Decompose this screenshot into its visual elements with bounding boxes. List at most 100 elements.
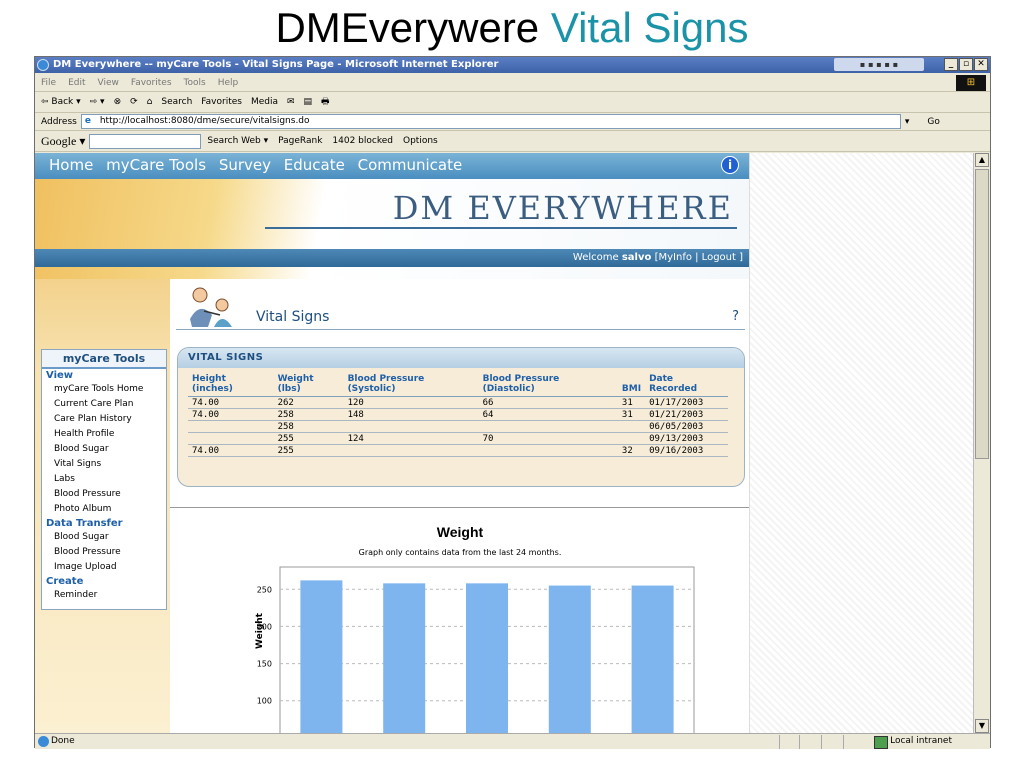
menu-edit[interactable]: Edit — [68, 78, 85, 88]
popup-blocker[interactable]: 1402 blocked — [332, 136, 393, 146]
sidebar-item[interactable]: Labs — [42, 472, 166, 487]
y-tick-label: 250 — [257, 585, 272, 594]
status-cell — [779, 735, 780, 749]
google-search-input[interactable] — [89, 133, 202, 149]
menu-bar: File Edit View Favorites Tools Help ⊞ — [35, 74, 990, 92]
weight-chart: Weight Graph only contains data from the … — [255, 524, 695, 733]
sidebar-item[interactable]: Care Plan History — [42, 412, 166, 427]
chart-subtitle: Graph only contains data from the last 2… — [359, 548, 562, 557]
edit-icon[interactable]: ▤ — [304, 97, 313, 107]
chart-title: Weight — [437, 524, 484, 540]
menu-tools[interactable]: Tools — [184, 78, 206, 88]
page-background — [749, 153, 975, 733]
table-cell: 31 — [617, 408, 646, 421]
options-button[interactable]: Options — [403, 136, 438, 146]
refresh-icon[interactable]: ⟳ — [130, 97, 138, 107]
table-cell: 124 — [343, 432, 479, 445]
table-cell: 09/16/2003 — [645, 444, 728, 457]
search-web-button[interactable]: Search Web ▾ — [207, 136, 268, 146]
vertical-scrollbar[interactable]: ▲ ▼ — [973, 153, 990, 733]
back-button[interactable]: ⇦ Back ▾ — [41, 97, 81, 107]
table-cell: 09/13/2003 — [645, 432, 728, 445]
table-cell — [478, 420, 618, 433]
sidebar-section-title: Create — [46, 576, 84, 587]
chart-bar — [466, 583, 508, 733]
close-button[interactable]: ✕ — [974, 58, 988, 71]
status-cell — [843, 735, 844, 749]
home-icon[interactable]: ⌂ — [147, 97, 153, 107]
sidebar-section-title: Data Transfer — [46, 518, 123, 529]
scroll-up-icon[interactable]: ▲ — [975, 153, 989, 167]
table-cell: 148 — [343, 408, 479, 421]
sidebar-item[interactable]: Reminder — [42, 588, 166, 603]
tray-icons: ▪ ▪ ▪ ▪ ▪ — [834, 58, 924, 71]
print-icon[interactable]: 🖶 — [321, 94, 330, 110]
menu-favorites[interactable]: Favorites — [131, 78, 172, 88]
pagerank-indicator[interactable]: PageRank — [278, 136, 322, 146]
sidebar-item[interactable]: Blood Pressure — [42, 487, 166, 502]
google-logo[interactable]: Google ▾ — [41, 134, 85, 149]
account-links[interactable]: [MyInfo | Logout ] — [655, 252, 743, 263]
window-title: DM Everywhere -- myCare Tools - Vital Si… — [53, 59, 499, 70]
vital-signs-panel: VITAL SIGNS Height (inches) Weight (lbs) B… — [177, 347, 745, 487]
nav-survey[interactable]: Survey — [219, 156, 271, 174]
column-header: Blood Pressure (Diastolic) — [478, 372, 618, 397]
table-cell: 01/21/2003 — [645, 408, 728, 421]
sidebar-item[interactable]: Current Care Plan — [42, 397, 166, 412]
table-cell — [478, 444, 618, 457]
media-button[interactable]: Media — [251, 97, 278, 107]
search-button[interactable]: Search — [161, 97, 192, 107]
sidebar-item[interactable]: Image Upload — [42, 560, 166, 575]
favorites-button[interactable]: Favorites — [201, 97, 242, 107]
table-cell: 74.00 — [188, 408, 274, 421]
address-label: Address — [41, 116, 77, 127]
sidebar-item[interactable]: Photo Album — [42, 502, 166, 517]
go-button[interactable]: Go — [927, 117, 939, 127]
table-cell: 120 — [343, 396, 479, 409]
sidebar-item[interactable]: Blood Pressure — [42, 545, 166, 560]
menu-help[interactable]: Help — [218, 78, 239, 88]
doctor-patient-icon — [190, 287, 232, 327]
toolbar: ⇦ Back ▾ ⇨ ▾ ⊗ ⟳ ⌂ Search Favorites Medi… — [35, 92, 990, 113]
google-toolbar: Google ▾ Search Web ▾ PageRank 1402 bloc… — [35, 131, 990, 152]
sidebar-item[interactable]: myCare Tools Home — [42, 382, 166, 397]
maximize-button[interactable]: ▫ — [959, 58, 973, 71]
info-icon[interactable]: i — [721, 156, 739, 174]
sidebar-item[interactable]: Vital Signs — [42, 457, 166, 472]
welcome-user: salvo — [621, 252, 652, 263]
scroll-down-icon[interactable]: ▼ — [975, 719, 989, 733]
stop-icon[interactable]: ⊗ — [114, 97, 122, 107]
page-title: Vital Signs — [256, 309, 330, 325]
table-cell — [343, 444, 479, 457]
sidebar-item[interactable]: Blood Sugar — [42, 442, 166, 457]
help-link[interactable]: ? — [732, 309, 739, 324]
nav-home[interactable]: Home — [49, 156, 93, 174]
section-divider — [170, 507, 749, 508]
minimize-button[interactable]: _ — [944, 58, 958, 71]
address-bar: Address http://localhost:8080/dme/secure… — [35, 113, 990, 131]
column-header: Date Recorded — [645, 372, 728, 397]
status-text: Done — [51, 736, 75, 746]
table-cell: 66 — [478, 396, 618, 409]
table-row: 74.00 255 32 09/16/2003 — [188, 444, 728, 457]
sidebar-item[interactable]: Health Profile — [42, 427, 166, 442]
main-content: Vital Signs ? VITAL SIGNS Height (inches… — [170, 279, 749, 733]
scroll-thumb[interactable] — [975, 169, 989, 459]
table-cell — [188, 432, 274, 445]
forward-button[interactable]: ⇨ ▾ — [90, 97, 105, 107]
menu-file[interactable]: File — [41, 78, 56, 88]
banner: DM EVERYWHERE Welcome salvo [MyInfo | Lo… — [35, 179, 749, 279]
nav-educate[interactable]: Educate — [284, 156, 345, 174]
nav-communicate[interactable]: Communicate — [358, 156, 463, 174]
address-input[interactable]: http://localhost:8080/dme/secure/vitalsi… — [80, 114, 901, 129]
mail-icon[interactable]: ✉ — [287, 97, 295, 107]
table-cell: 255 — [273, 432, 344, 445]
sidebar-item[interactable]: Blood Sugar — [42, 530, 166, 545]
address-dropdown-icon[interactable]: ▾ — [905, 117, 910, 127]
status-cell — [799, 735, 800, 749]
brand-underline — [265, 227, 737, 229]
browser-content: Home myCare Tools Survey Educate Communi… — [35, 153, 990, 733]
nav-mycare-tools[interactable]: myCare Tools — [106, 156, 206, 174]
menu-view[interactable]: View — [98, 78, 119, 88]
y-axis-label: Weight — [255, 612, 265, 649]
